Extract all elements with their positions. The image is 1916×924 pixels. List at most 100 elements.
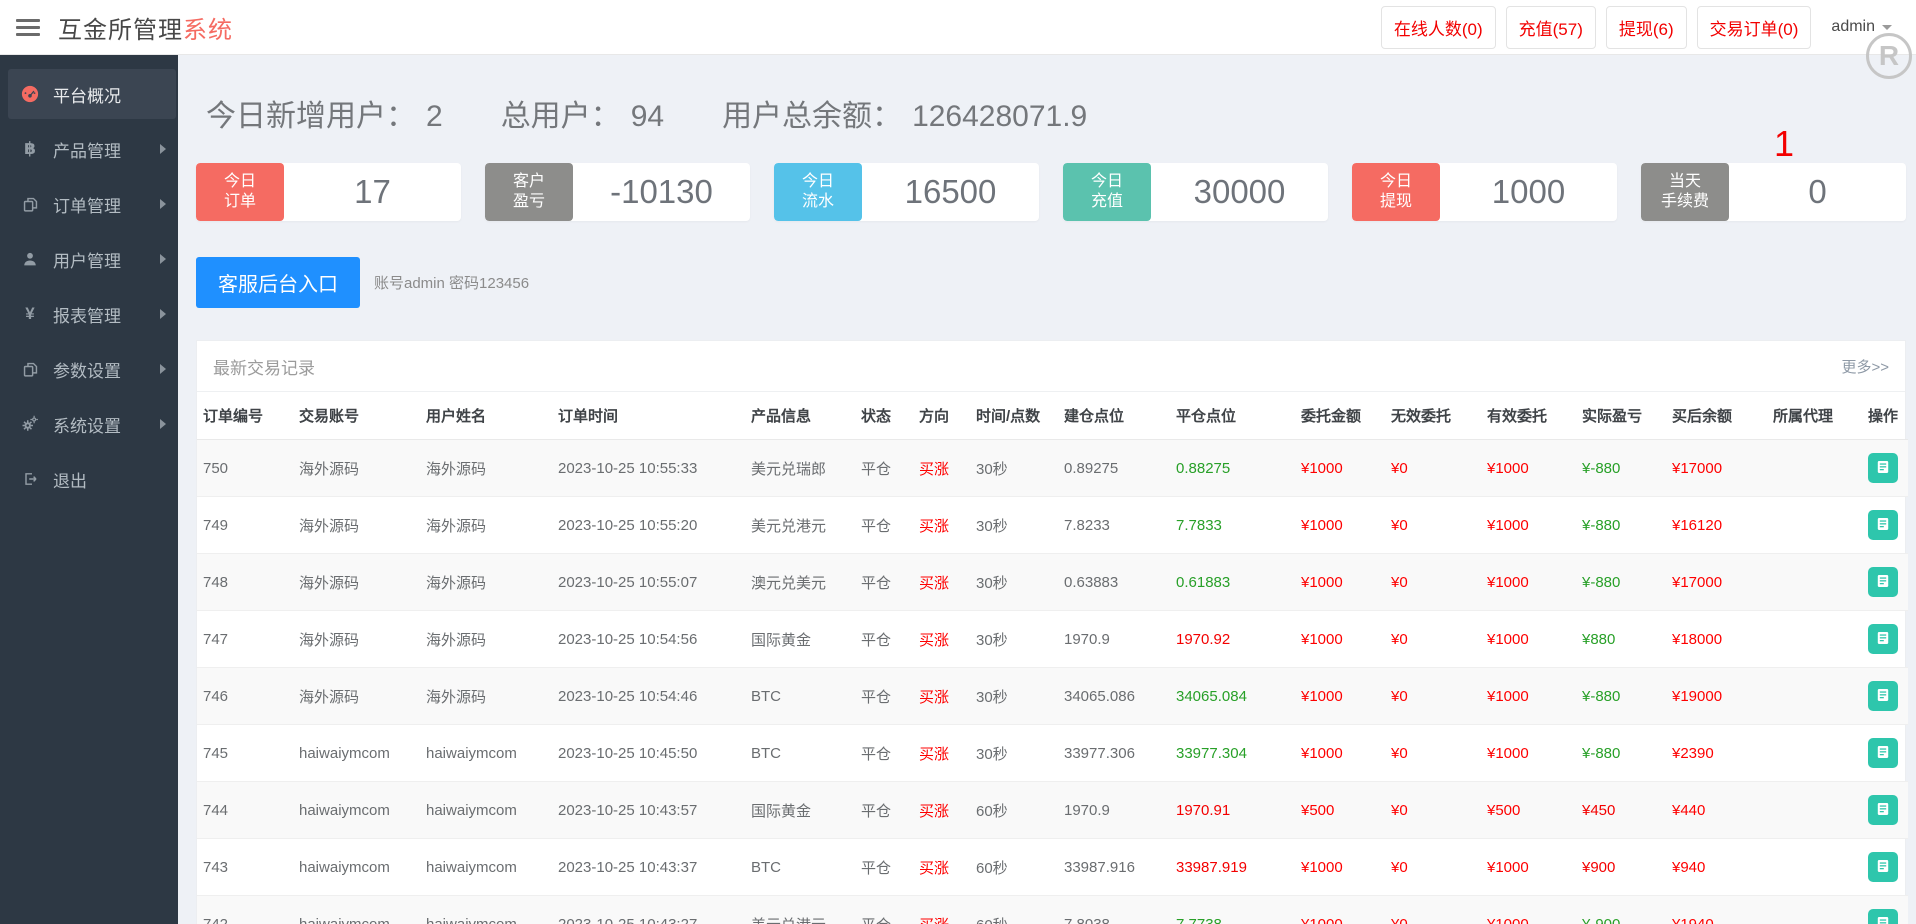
cell-amount: ¥1000 [1295, 895, 1385, 924]
row-detail-button[interactable] [1868, 567, 1898, 597]
cell-balance: ¥940 [1666, 838, 1767, 896]
stat-cards: 今日 订单 17 客户 盈亏 -10130 今日 流水 16500 今日 充值 30000 今日 提现 10… [196, 163, 1906, 221]
row-detail-button[interactable] [1868, 624, 1898, 654]
cell-order-id: 750 [197, 439, 293, 497]
table-row: 750 海外源码 海外源码 2023-10-25 10:55:33 美元兑瑞郎 平仓 买涨 3… [197, 439, 1908, 497]
chevron-down-icon [1882, 24, 1892, 30]
chevron-right-icon [160, 309, 166, 319]
header-stat-button-3[interactable]: 交易订单(0) [1696, 5, 1812, 49]
cell-action [1862, 781, 1908, 839]
menu-toggle-icon[interactable] [16, 18, 40, 36]
cell-direction: 买涨 [913, 781, 970, 839]
cell-amount: ¥1000 [1295, 439, 1385, 497]
summary-value: 126428071.9 [912, 100, 1088, 133]
summary-stat-2: 用户总余额： 126428071.9 [722, 91, 1087, 135]
cell-duration: 30秒 [970, 496, 1058, 554]
cell-amount: ¥1000 [1295, 667, 1385, 725]
cell-agent [1767, 838, 1862, 896]
cell-invalid: ¥0 [1385, 781, 1481, 839]
cell-duration: 30秒 [970, 439, 1058, 497]
cell-action [1862, 667, 1908, 725]
cell-close-price: 1970.92 [1170, 610, 1295, 668]
cell-order-time: 2023-10-25 10:55:20 [552, 496, 745, 554]
sidebar-item-7[interactable]: 退出 [0, 454, 178, 504]
cell-direction: 买涨 [913, 667, 970, 725]
cell-duration: 30秒 [970, 724, 1058, 782]
cell-account: haiwaiymcom [293, 838, 420, 896]
form-icon [1875, 687, 1891, 706]
cell-account: haiwaiymcom [293, 781, 420, 839]
sidebar-item-0[interactable]: 平台概况 [8, 69, 176, 119]
column-header-16: 操作 [1862, 392, 1908, 440]
cell-account: 海外源码 [293, 610, 420, 668]
header-stat-button-0[interactable]: 在线人数(0) [1380, 5, 1496, 49]
row-detail-button[interactable] [1868, 852, 1898, 882]
cell-open-price: 1970.9 [1058, 781, 1170, 839]
stat-card-2: 今日 流水 16500 [774, 163, 1039, 221]
page-marker: 1 [1773, 123, 1794, 164]
stat-card-value: 0 [1808, 173, 1827, 210]
row-detail-button[interactable] [1868, 738, 1898, 768]
cell-amount: ¥1000 [1295, 610, 1385, 668]
cell-profit: ¥-880 [1576, 496, 1666, 554]
row-detail-button[interactable] [1868, 681, 1898, 711]
registered-trademark-badge: R [1866, 33, 1912, 79]
row-detail-button[interactable] [1868, 510, 1898, 540]
table-row: 743 haiwaiymcom haiwaiymcom 2023-10-25 10:4… [197, 838, 1908, 896]
user-icon [20, 251, 40, 267]
cell-open-price: 7.8038 [1058, 895, 1170, 924]
sidebar-item-1[interactable]: ฿ 产品管理 [0, 124, 178, 174]
cell-status: 平仓 [855, 895, 913, 924]
cell-open-price: 0.63883 [1058, 553, 1170, 611]
cell-duration: 60秒 [970, 895, 1058, 924]
header-stat-button-1[interactable]: 充值(57) [1505, 5, 1596, 49]
cell-agent [1767, 667, 1862, 725]
sidebar-item-5[interactable]: 参数设置 [0, 344, 178, 394]
form-icon [1875, 630, 1891, 649]
service-portal-button[interactable]: 客服后台入口 [196, 257, 360, 308]
summary-label: 用户总余额： [722, 100, 903, 133]
cell-open-price: 33987.916 [1058, 838, 1170, 896]
cell-balance: ¥17000 [1666, 439, 1767, 497]
header-left: 互金所管理系统 [0, 10, 233, 45]
stat-card-label: 今日 流水 [774, 163, 862, 221]
header-stat-button-2[interactable]: 提现(6) [1605, 5, 1687, 49]
cell-direction: 买涨 [913, 724, 970, 782]
sidebar-item-4[interactable]: ¥ 报表管理 [0, 289, 178, 339]
row-detail-button[interactable] [1868, 795, 1898, 825]
row-detail-button[interactable] [1868, 909, 1898, 924]
cell-profit: ¥-880 [1576, 553, 1666, 611]
column-header-14: 买后余额 [1666, 392, 1767, 440]
stat-card-4: 今日 提现 1000 [1352, 163, 1617, 221]
admin-username: admin [1831, 18, 1875, 35]
cell-account: 海外源码 [293, 667, 420, 725]
cell-order-id: 749 [197, 496, 293, 554]
more-link[interactable]: 更多>> [1841, 356, 1889, 377]
chevron-right-icon [160, 419, 166, 429]
sidebar-item-6[interactable]: 系统设置 [0, 399, 178, 449]
cell-order-time: 2023-10-25 10:55:07 [552, 553, 745, 611]
cell-valid: ¥1000 [1481, 610, 1576, 668]
summary-stat-0: 今日新增用户： 2 [206, 91, 443, 135]
yen-icon: ¥ [25, 304, 35, 323]
cell-product: BTC [745, 667, 855, 725]
column-header-5: 状态 [855, 392, 913, 440]
sidebar-item-label: 订单管理 [53, 196, 121, 216]
cell-balance: ¥17000 [1666, 553, 1767, 611]
sidebar-item-3[interactable]: 用户管理 [0, 234, 178, 284]
cell-status: 平仓 [855, 610, 913, 668]
cell-status: 平仓 [855, 724, 913, 782]
cell-agent [1767, 724, 1862, 782]
cell-direction: 买涨 [913, 439, 970, 497]
sidebar-item-2[interactable]: 订单管理 [0, 179, 178, 229]
column-header-8: 建仓点位 [1058, 392, 1170, 440]
top-header: 互金所管理系统 在线人数(0) 充值(57) 提现(6) 交易订单(0) admin [0, 0, 1916, 55]
cell-open-price: 33977.306 [1058, 724, 1170, 782]
cell-valid: ¥1000 [1481, 667, 1576, 725]
stat-card-label: 今日 提现 [1352, 163, 1440, 221]
stat-card-5: 当天 手续费 0 [1641, 163, 1906, 221]
cell-order-time: 2023-10-25 10:54:56 [552, 610, 745, 668]
chevron-right-icon [160, 199, 166, 209]
sidebar-item-label: 平台概况 [53, 86, 121, 106]
row-detail-button[interactable] [1868, 453, 1898, 483]
